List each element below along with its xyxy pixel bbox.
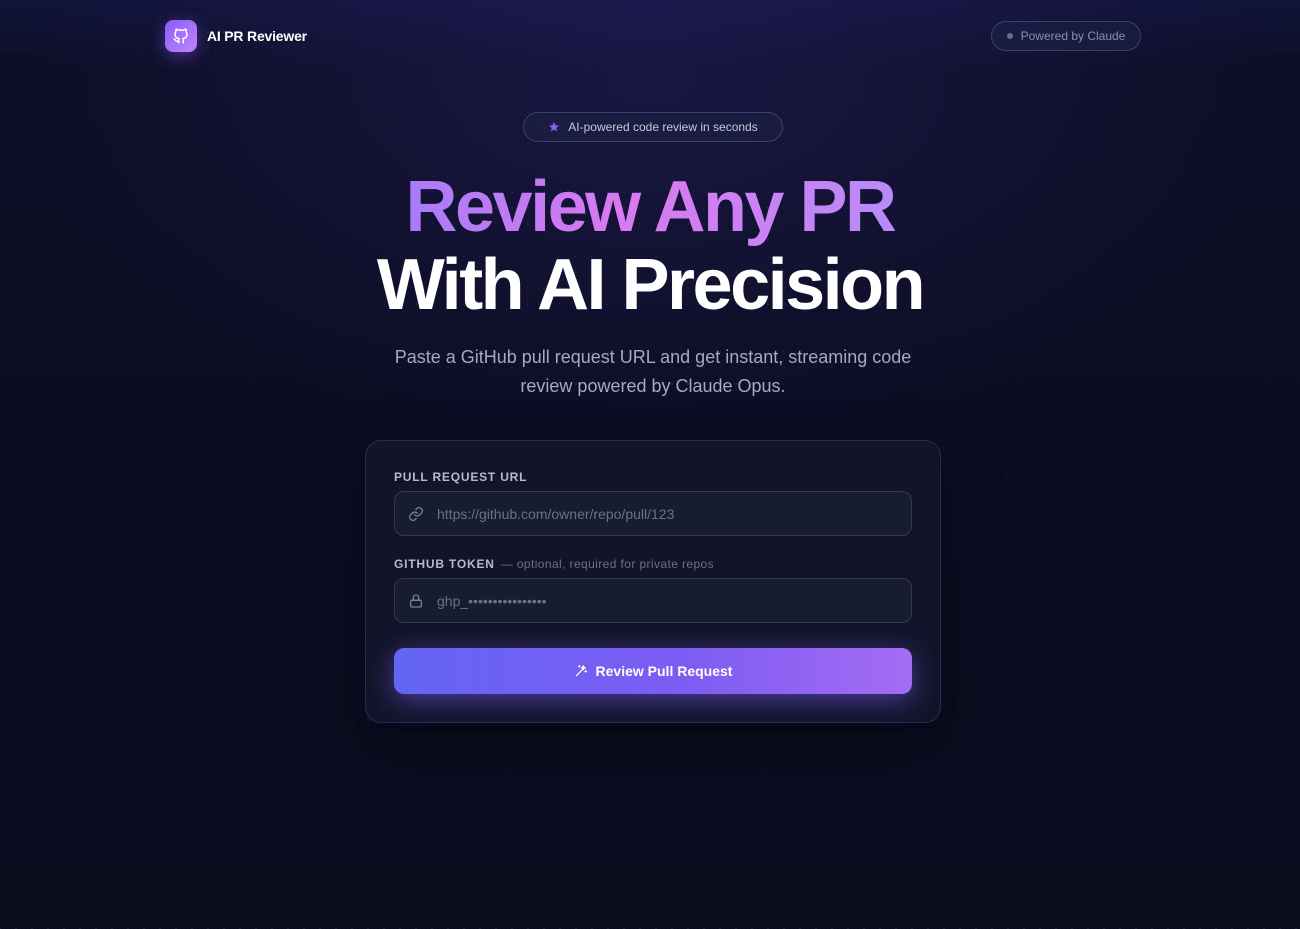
brand[interactable]: AI PR Reviewer [165,20,307,52]
review-pull-request-button[interactable]: Review Pull Request [394,648,912,694]
link-icon [395,492,437,535]
feature-badge: AI-powered code review in seconds [523,112,783,142]
powered-by-label: Powered by Claude [1020,29,1126,43]
sparkles-icon [575,665,587,677]
github-token-input[interactable] [437,579,911,622]
github-token-label: GITHUB TOKEN — optional, required for pri… [394,557,714,571]
hero-title-line-2: With AI Precision [376,245,926,325]
review-form-card: PULL REQUEST URL GITHUB TOKEN — optional,… [365,440,941,723]
star-icon [549,122,560,132]
pr-url-input[interactable] [437,492,911,535]
github-token-label-text: GITHUB TOKEN [394,557,495,571]
top-bar: AI PR Reviewer Powered by Claude [0,0,1300,72]
status-dot-icon [1006,33,1013,39]
pr-url-label: PULL REQUEST URL [394,470,527,484]
powered-by-badge: Powered by Claude [991,21,1141,51]
hero-subtitle: Paste a GitHub pull request URL and get … [394,347,912,396]
github-icon [165,20,197,52]
github-token-field [394,578,912,623]
pr-url-label-text: PULL REQUEST URL [394,470,528,484]
feature-badge-text: AI-powered code review in seconds [568,120,758,134]
pr-url-field [394,491,912,536]
review-pull-request-label: Review Pull Request [595,663,733,679]
hero-title-line-1: Review Any PR [405,167,897,247]
hero-title: Review Any PR With AI Precision [0,168,1300,324]
brand-name: AI PR Reviewer [207,28,307,44]
github-token-hint: — optional, required for private repos [500,557,715,571]
lock-icon [395,579,437,622]
